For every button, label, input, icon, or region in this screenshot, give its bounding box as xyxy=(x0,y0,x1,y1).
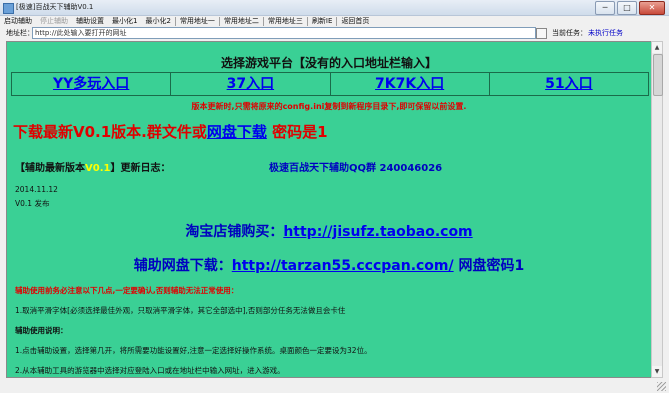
address-input[interactable]: http://此处输入要打开的网址 xyxy=(32,27,536,39)
address-bar: 地址栏： http://此处输入要打开的网址 当前任务： 未执行任务 xyxy=(0,27,669,39)
disk-link[interactable]: http://tarzan55.cccpan.com/ xyxy=(232,258,454,274)
menu-minimize-2[interactable]: 最小化2 xyxy=(141,16,174,27)
menu-address-1[interactable]: 常用地址一 xyxy=(176,16,219,27)
disk-line: 辅助网盘下载：http://tarzan55.cccpan.com/ 网盘密码1 xyxy=(7,255,651,275)
current-task-label: 当前任务： xyxy=(552,29,587,37)
changelog-suffix: 】更新日志： xyxy=(110,163,171,174)
platform-link-yy[interactable]: YY多玩入口 xyxy=(12,73,172,95)
qq-group: 极速百战天下辅助QQ群 240046026 xyxy=(269,163,443,174)
changelog-release: V0.1 发布 xyxy=(15,199,50,208)
maximize-button[interactable]: □ xyxy=(617,1,637,15)
download-suffix: 密码是1 xyxy=(266,123,328,141)
update-notice: 版本更新时,只需将原来的config.ini复制到新程序目录下,即可保留以前设置… xyxy=(191,102,467,111)
menu-refresh-ie[interactable]: 刷新IE xyxy=(308,16,337,27)
download-line: 下载最新V0.1版本.群文件或网盘下载 密码是1 xyxy=(13,121,328,142)
platform-table: YY多玩入口 37入口 7K7K入口 51入口 xyxy=(11,72,649,96)
window-title: [极速]百战天下辅助V0.1 xyxy=(16,3,94,11)
app-icon xyxy=(3,3,14,14)
title-bar[interactable]: [极速]百战天下辅助V0.1 ─ □ ✕ xyxy=(0,0,669,16)
platform-link-37[interactable]: 37入口 xyxy=(171,73,331,95)
warning-text: 辅助使用前务必注意以下几点,一定要确认,否则辅助无法正常使用： xyxy=(15,286,239,295)
menu-assist-settings[interactable]: 辅助设置 xyxy=(72,16,108,27)
changelog-prefix: 【辅助最新版本 xyxy=(15,163,85,174)
platform-link-51[interactable]: 51入口 xyxy=(490,73,648,95)
changelog-date: 2014.11.12 xyxy=(15,185,58,194)
shop-line: 淘宝店铺购买：http://jisufz.taobao.com xyxy=(7,221,651,241)
disk-password: 网盘密码1 xyxy=(453,258,525,274)
browser-content: 选择游戏平台【没有的入口地址栏输入】 YY多玩入口 37入口 7K7K入口 51… xyxy=(6,41,652,378)
shop-link[interactable]: http://jisufz.taobao.com xyxy=(283,224,472,240)
address-label: 地址栏： xyxy=(6,29,34,37)
scroll-down-icon[interactable]: ▼ xyxy=(652,366,662,377)
close-button[interactable]: ✕ xyxy=(639,1,665,15)
window-controls: ─ □ ✕ xyxy=(595,1,665,15)
go-button[interactable] xyxy=(536,28,547,39)
menu-stop-assist[interactable]: 停止辅助 xyxy=(36,16,72,27)
menu-minimize-1[interactable]: 最小化1 xyxy=(108,16,141,27)
guide-heading: 辅助使用说明： xyxy=(15,326,68,335)
minimize-button[interactable]: ─ xyxy=(595,1,615,15)
netdisk-download-link[interactable]: 网盘下载 xyxy=(207,123,267,141)
current-task-value: 未执行任务 xyxy=(588,29,623,37)
menu-start-assist[interactable]: 启动辅助 xyxy=(0,16,36,27)
platform-title: 选择游戏平台【没有的入口地址栏输入】 xyxy=(220,56,437,70)
changelog-version: V0.1 xyxy=(85,163,111,174)
menu-address-2[interactable]: 常用地址二 xyxy=(220,16,263,27)
tip-font-smoothing: 1.取消平滑字体[必须选择最佳外观，只取消平滑字体，其它全部选中],否则部分任务… xyxy=(15,306,346,315)
menu-home[interactable]: 返回首页 xyxy=(337,16,373,27)
scroll-up-icon[interactable]: ▲ xyxy=(652,42,662,53)
menu-bar: 启动辅助 停止辅助 辅助设置 最小化1 最小化2 常用地址一 常用地址二 常用地… xyxy=(0,16,669,27)
guide-step-1: 1.点击辅助设置，选择第几开，将所需要功能设置好,注意一定选择好操作系统。桌面颜… xyxy=(15,346,372,355)
disk-label: 辅助网盘下载： xyxy=(133,258,232,274)
vertical-scrollbar[interactable]: ▲ ▼ xyxy=(651,41,663,378)
download-prefix: 下载最新V0.1版本.群文件或 xyxy=(13,123,207,141)
scroll-thumb[interactable] xyxy=(653,54,663,96)
resize-grip-icon[interactable] xyxy=(657,382,666,391)
platform-link-7k7k[interactable]: 7K7K入口 xyxy=(331,73,490,95)
app-window: [极速]百战天下辅助V0.1 ─ □ ✕ 启动辅助 停止辅助 辅助设置 最小化1… xyxy=(0,0,669,393)
shop-label: 淘宝店铺购买： xyxy=(185,224,284,240)
changelog-heading: 【辅助最新版本V0.1】更新日志： xyxy=(15,159,170,174)
status-bar xyxy=(0,379,669,393)
guide-step-2: 2.从本辅助工具的游览器中选择对应登陆入口或在地址栏中输入网址，进入游戏。 xyxy=(15,366,285,375)
menu-address-3[interactable]: 常用地址三 xyxy=(264,16,307,27)
